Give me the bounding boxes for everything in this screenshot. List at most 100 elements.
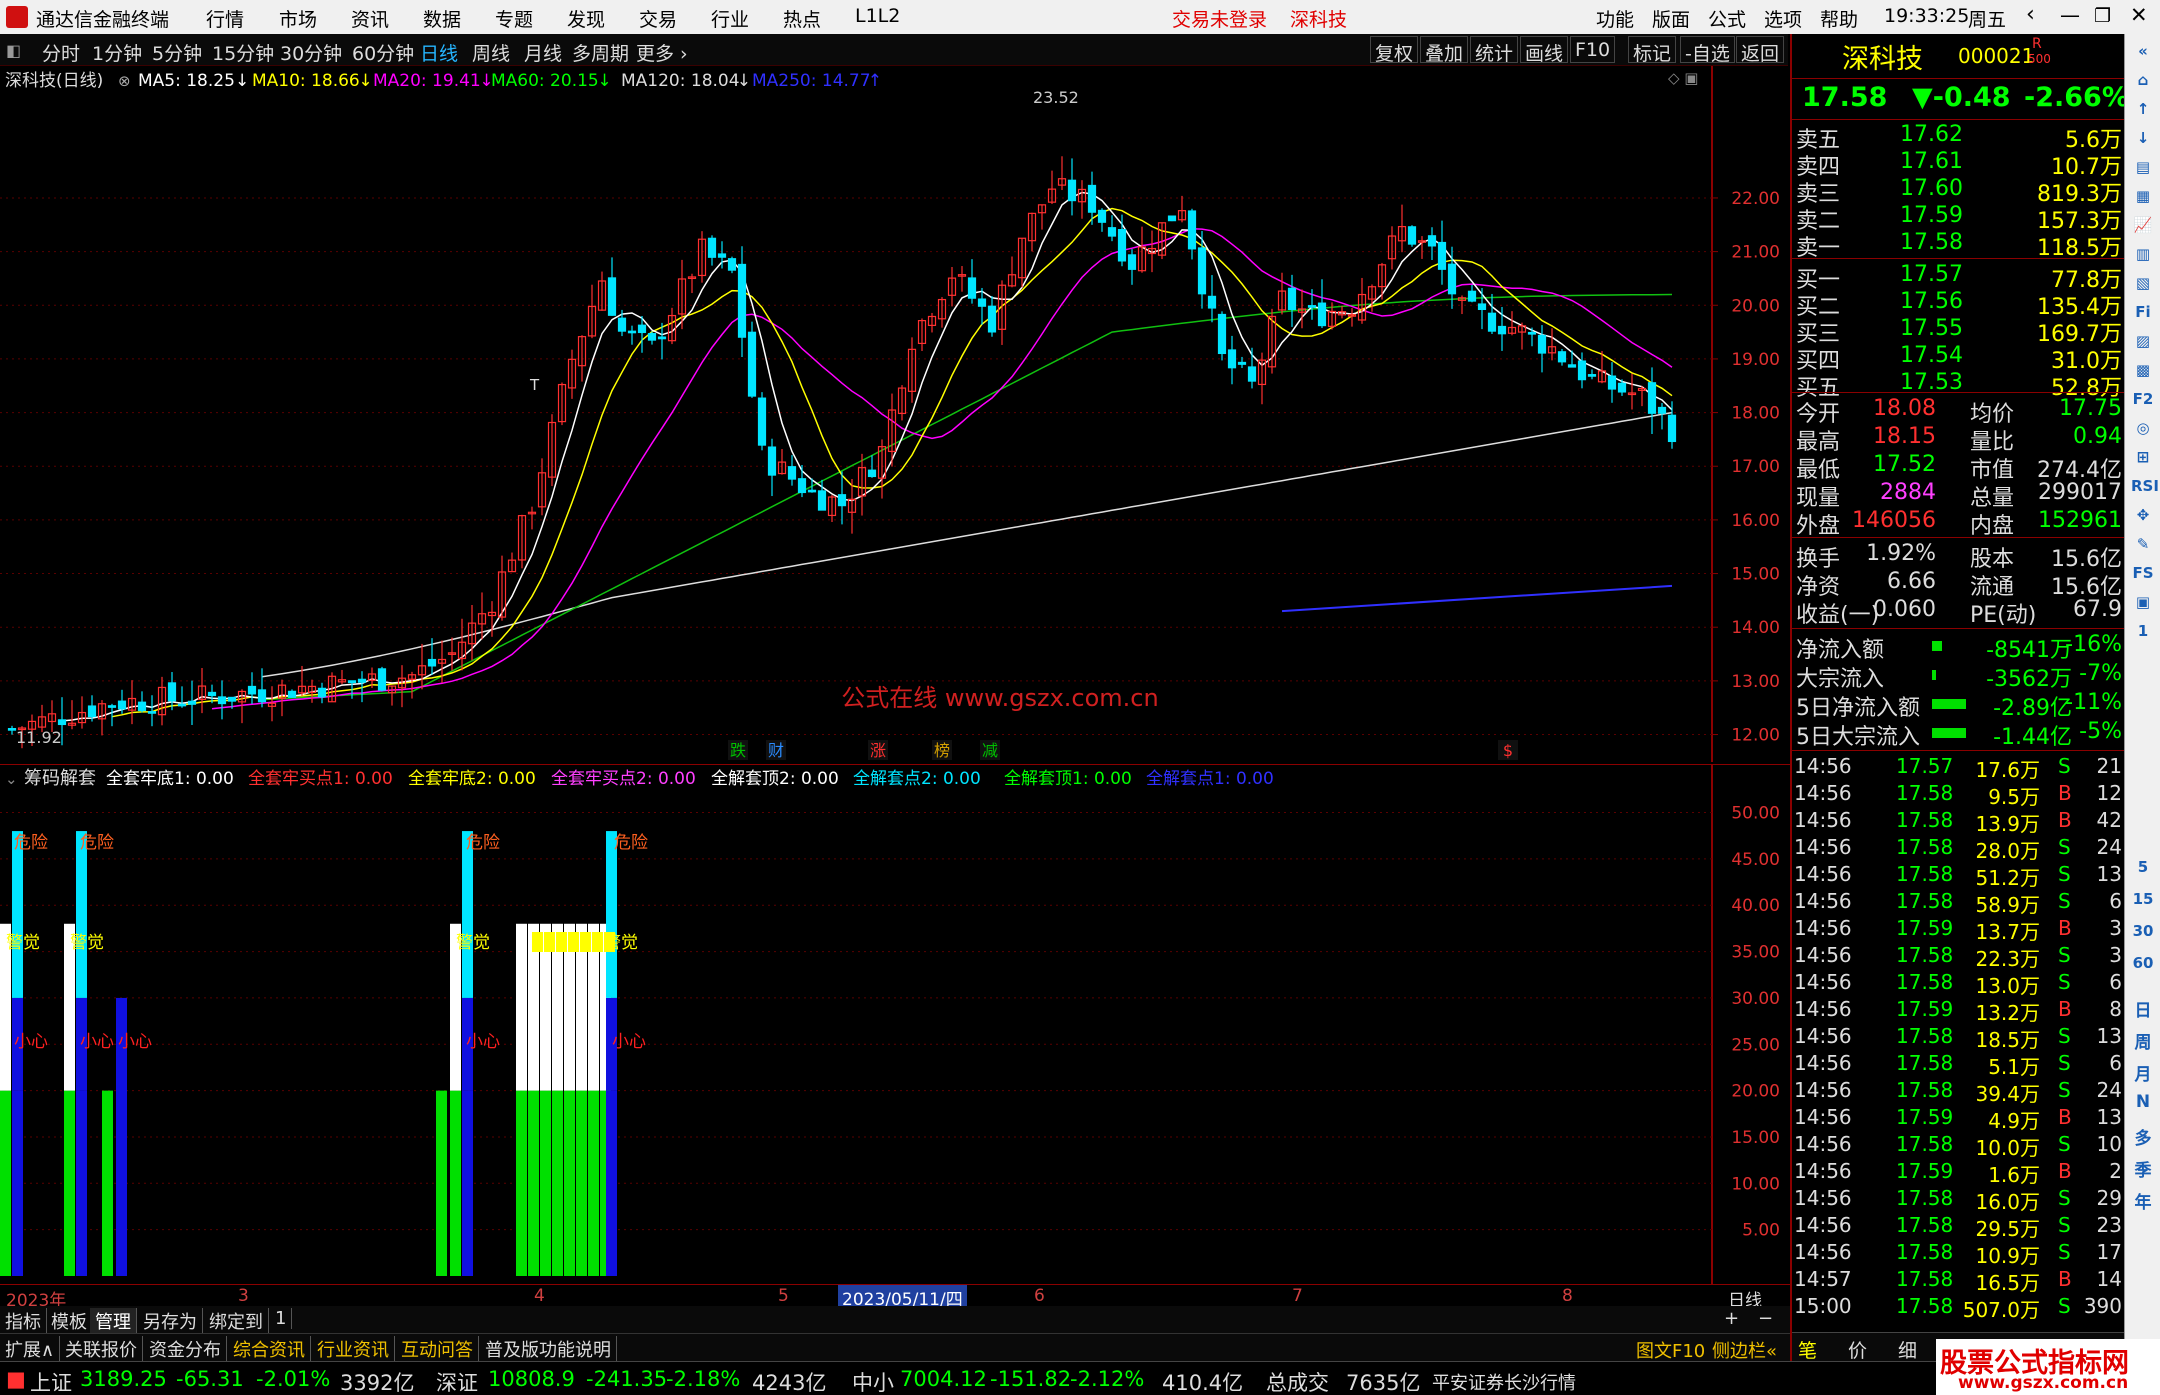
period-8[interactable]: 月线 [524, 39, 562, 66]
minimize-icon[interactable]: — [2060, 3, 2080, 27]
tab-bangdingdao[interactable]: 绑定到 [204, 1308, 269, 1334]
side-tool-icon[interactable]: F2 [2131, 390, 2155, 414]
back-icon[interactable]: ‹ [2026, 2, 2035, 27]
menu-hangqing[interactable]: 行情 [206, 5, 244, 32]
menu-zhuanti[interactable]: 专题 [495, 5, 533, 32]
ma-toggle-icon[interactable]: ⊗ [118, 72, 131, 90]
period-3[interactable]: 15分钟 [212, 39, 274, 66]
sh-label[interactable]: 上证 [30, 1367, 72, 1395]
period-5[interactable]: 60分钟 [352, 39, 414, 66]
sz-label[interactable]: 深证 [436, 1367, 478, 1395]
side-tool-icon[interactable]: ▧ [2131, 274, 2155, 298]
bid-row[interactable]: 买三 17.55 169.7万 [1792, 316, 2126, 347]
panel-toggle-icon[interactable]: ◧ [6, 41, 21, 60]
btn-biaoji[interactable]: 标记 [1628, 36, 1677, 65]
menu-xuanxiang[interactable]: 选项 [1764, 5, 1802, 32]
menu-gongshi[interactable]: 公式 [1708, 5, 1746, 32]
event-tag[interactable]: 榜 [934, 741, 950, 760]
side-tool-icon[interactable]: ✥ [2131, 506, 2155, 530]
side-tool-icon[interactable]: « [2131, 42, 2155, 66]
side-tool-icon[interactable]: ▩ [2131, 361, 2155, 385]
btn-fanhui[interactable]: 返回 [1736, 36, 1785, 65]
period-char-icon[interactable]: 多 [2131, 1124, 2155, 1149]
tab-hudongwenda[interactable]: 互动问答 [396, 1336, 479, 1362]
tab-kuozhan[interactable]: 扩展∧ [0, 1336, 61, 1362]
bid-row[interactable]: 买四 17.54 31.0万 [1792, 343, 2126, 374]
period-num-icon[interactable]: 15 [2131, 890, 2155, 914]
side-tool-icon[interactable]: ▣ [2131, 593, 2155, 617]
close-icon[interactable]: ✕ [2130, 3, 2148, 27]
tab-zijinfenbu[interactable]: 资金分布 [144, 1336, 227, 1362]
sidebar-toggle-button[interactable]: 侧边栏« [1712, 1337, 1777, 1363]
tuwen-f10-button[interactable]: 图文F10 [1636, 1337, 1705, 1363]
menu-jiaoyi[interactable]: 交易 [639, 5, 677, 32]
period-7[interactable]: 周线 [472, 39, 510, 66]
side-tool-icon[interactable]: Fi [2131, 303, 2155, 327]
tab-hangyezixun[interactable]: 行业资讯 [312, 1336, 395, 1362]
indicator-chart[interactable]: 全套牢底1: 0.00 全套牢买点1: 0.00 全套牢底2: 0.00 全套牢买点2… [0, 764, 1790, 1286]
tab-lingcunwei[interactable]: 另存为 [138, 1308, 203, 1334]
side-tool-icon[interactable]: FS [2131, 564, 2155, 588]
tab-guanli[interactable]: 管理 [90, 1308, 137, 1334]
zx-label[interactable]: 中小 [852, 1367, 894, 1395]
period-num-icon[interactable]: 30 [2131, 922, 2155, 946]
menu-gongneng[interactable]: 功能 [1596, 5, 1634, 32]
ask-row[interactable]: 卖一 17.58 118.5万 [1792, 230, 2126, 261]
btn-f10[interactable]: F10 [1570, 36, 1616, 63]
event-tag[interactable]: 财 [768, 741, 784, 760]
menu-shichang[interactable]: 市场 [279, 5, 317, 32]
btn-fuquan[interactable]: 复权 [1370, 36, 1419, 65]
tab-guanlianbaojia[interactable]: 关联报价 [60, 1336, 143, 1362]
period-char-icon[interactable]: 日 [2131, 996, 2155, 1021]
menu-redian[interactable]: 热点 [783, 5, 821, 32]
ask-row[interactable]: 卖二 17.59 157.3万 [1792, 203, 2126, 234]
zoom-in-icon[interactable]: + [1724, 1308, 1739, 1329]
tab-xi[interactable]: 细 [1898, 1336, 1917, 1363]
side-tool-icon[interactable]: ⌂ [2131, 71, 2155, 95]
btn-zixuan[interactable]: -自选 [1680, 36, 1735, 65]
ask-row[interactable]: 卖四 17.61 10.7万 [1792, 149, 2126, 180]
side-tool-icon[interactable]: ▦ [2131, 187, 2155, 211]
period-char-icon[interactable]: N [2131, 1092, 2155, 1116]
restore-icon[interactable]: ❐ [2094, 5, 2111, 27]
side-tool-icon[interactable]: 1 [2131, 622, 2155, 646]
chart-settings-icon[interactable]: ◇ ▣ [1668, 69, 1698, 87]
period-9[interactable]: 多周期 [572, 39, 629, 66]
btn-diejia[interactable]: 叠加 [1420, 36, 1469, 65]
period-10[interactable]: 更多 › [636, 39, 688, 66]
ask-row[interactable]: 卖三 17.60 819.3万 [1792, 176, 2126, 207]
side-tool-icon[interactable]: ▨ [2131, 332, 2155, 356]
side-tool-icon[interactable]: RSI [2131, 477, 2159, 501]
tab-pujiban[interactable]: 普及版功能说明 [480, 1336, 617, 1362]
side-tool-icon[interactable]: ▤ [2131, 158, 2155, 182]
event-tag[interactable]: $ [1503, 741, 1513, 760]
period-2[interactable]: 5分钟 [152, 39, 202, 66]
period-char-icon[interactable]: 周 [2131, 1028, 2155, 1053]
side-tool-icon[interactable]: ◎ [2131, 419, 2155, 443]
tab-muban[interactable]: 模板 [46, 1308, 93, 1334]
menu-zixun[interactable]: 资讯 [351, 5, 389, 32]
indicator-dropdown-icon[interactable]: ⌄ [5, 770, 18, 788]
period-6[interactable]: 日线 [420, 39, 458, 66]
zoom-out-icon[interactable]: − [1758, 1308, 1773, 1329]
tab-one[interactable]: 1 [270, 1308, 293, 1329]
tab-zonghezixun[interactable]: 综合资讯 [228, 1336, 311, 1362]
period-0[interactable]: 分时 [42, 39, 80, 66]
period-char-icon[interactable]: 年 [2131, 1188, 2155, 1213]
side-tool-icon[interactable]: 📈 [2131, 216, 2155, 240]
period-num-icon[interactable]: 5 [2131, 858, 2155, 882]
menu-banmian[interactable]: 版面 [1652, 5, 1690, 32]
kline-chart[interactable]: 22.00 21.00 20.00 19.00 18.00 17.00 16.00 15.00… [0, 66, 1790, 762]
event-tag[interactable]: 减 [982, 741, 998, 760]
indicator-name[interactable]: 筹码解套 [24, 768, 96, 789]
event-tag[interactable]: 跌 [730, 741, 746, 760]
period-4[interactable]: 30分钟 [280, 39, 342, 66]
event-tag[interactable]: 涨 [870, 741, 886, 760]
menu-shuju[interactable]: 数据 [423, 5, 461, 32]
side-tool-icon[interactable]: ↓ [2131, 129, 2155, 153]
menu-l1l2[interactable]: L1L2 [855, 5, 900, 27]
period-char-icon[interactable]: 季 [2131, 1156, 2155, 1181]
menu-faxian[interactable]: 发现 [567, 5, 605, 32]
btn-tongji[interactable]: 统计 [1470, 36, 1519, 65]
side-tool-icon[interactable]: ▥ [2131, 245, 2155, 269]
